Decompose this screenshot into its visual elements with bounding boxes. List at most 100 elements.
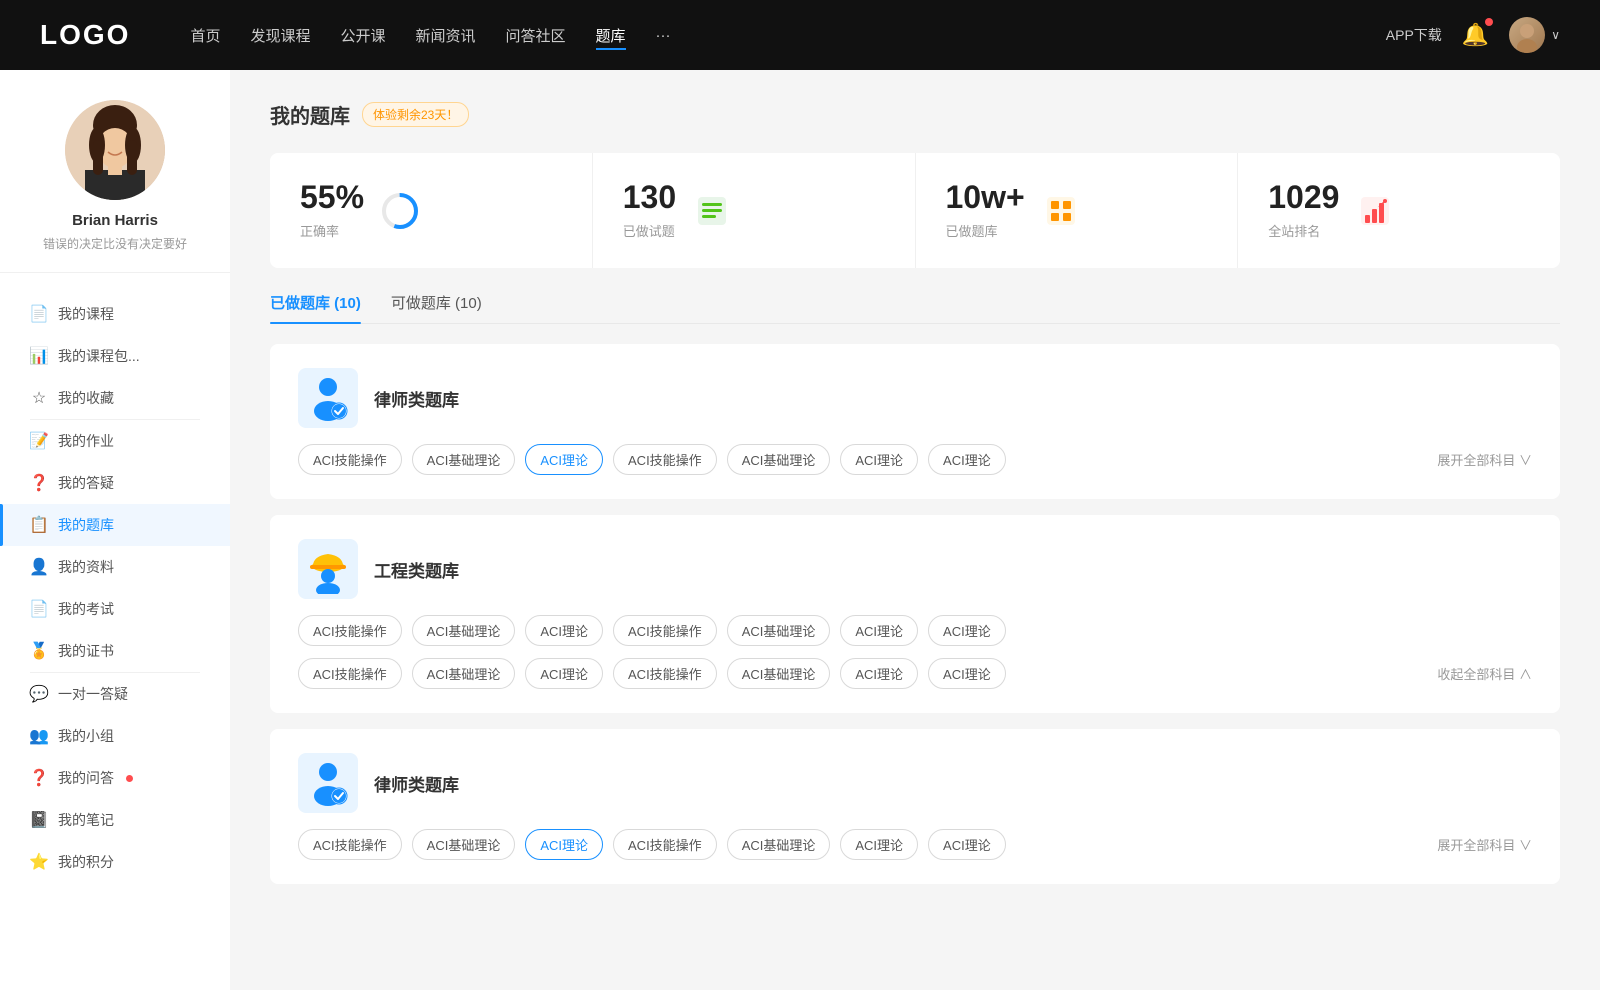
tag-eng-r2-6[interactable]: ACI理论: [840, 658, 918, 689]
tag-lawyer2-7[interactable]: ACI理论: [928, 829, 1006, 860]
profile-icon: 👤: [30, 558, 48, 576]
bank-icon-lawyer-2: [298, 753, 358, 813]
tag-eng-r2-1[interactable]: ACI技能操作: [298, 658, 402, 689]
bank-card-lawyer-2: 律师类题库 ACI技能操作 ACI基础理论 ACI理论 ACI技能操作 ACI基…: [270, 729, 1560, 884]
stat-rank-label: 全站排名: [1268, 221, 1339, 240]
sidebar-item-group[interactable]: 👥 我的小组: [0, 715, 230, 757]
sidebar-item-qa-label: 我的答疑: [58, 473, 114, 493]
tag-eng-r2-3[interactable]: ACI理论: [525, 658, 603, 689]
sidebar-item-1on1-label: 一对一答疑: [58, 684, 128, 704]
tag-eng-r2-7[interactable]: ACI理论: [928, 658, 1006, 689]
stat-rank-info: 1029 全站排名: [1268, 181, 1339, 240]
sidebar-item-notes[interactable]: 📓 我的笔记: [0, 799, 230, 841]
stat-list-icon: [692, 191, 732, 231]
tag-eng-r2-4[interactable]: ACI技能操作: [613, 658, 717, 689]
tab-available-banks[interactable]: 可做题库 (10): [391, 292, 482, 323]
group-icon: 👥: [30, 727, 48, 745]
sidebar-menu: 📄 我的课程 📊 我的课程包... ☆ 我的收藏 📝 我的作业 ❓ 我的答疑 �: [0, 283, 230, 893]
tag-lawyer2-2[interactable]: ACI基础理论: [412, 829, 516, 860]
tag-eng-r1-2[interactable]: ACI基础理论: [412, 615, 516, 646]
tag-lawyer2-3[interactable]: ACI理论: [525, 829, 603, 860]
sidebar-item-1on1[interactable]: 💬 一对一答疑: [0, 673, 230, 715]
tag-lawyer2-1[interactable]: ACI技能操作: [298, 829, 402, 860]
sidebar-item-favorites[interactable]: ☆ 我的收藏: [0, 377, 230, 419]
tag-lawyer1-6[interactable]: ACI理论: [840, 444, 918, 475]
sidebar-item-points[interactable]: ⭐ 我的积分: [0, 841, 230, 883]
bank-name-lawyer-1: 律师类题库: [374, 386, 459, 411]
stat-done-questions-info: 130 已做试题: [623, 181, 676, 240]
nav-bank[interactable]: 题库: [596, 21, 626, 50]
tag-eng-r1-7[interactable]: ACI理论: [928, 615, 1006, 646]
nav-home[interactable]: 首页: [190, 21, 220, 50]
stat-grid-icon: [1041, 191, 1081, 231]
sidebar-item-course-package[interactable]: 📊 我的课程包...: [0, 335, 230, 377]
stat-done-questions-label: 已做试题: [623, 221, 676, 240]
tag-lawyer1-4[interactable]: ACI技能操作: [613, 444, 717, 475]
sidebar-item-favorites-label: 我的收藏: [58, 388, 114, 408]
page-header: 我的题库 体验剩余23天！: [270, 100, 1560, 129]
stat-done-banks-info: 10w+ 已做题库: [946, 181, 1025, 240]
tag-lawyer2-6[interactable]: ACI理论: [840, 829, 918, 860]
sidebar-item-points-label: 我的积分: [58, 852, 114, 872]
stat-done-questions: 130 已做试题: [593, 153, 916, 268]
sidebar-item-bank[interactable]: 📋 我的题库: [0, 504, 230, 546]
tag-lawyer1-7[interactable]: ACI理论: [928, 444, 1006, 475]
stat-done-banks-value: 10w+: [946, 181, 1025, 213]
sidebar-item-course[interactable]: 📄 我的课程: [0, 293, 230, 335]
tag-lawyer2-4[interactable]: ACI技能操作: [613, 829, 717, 860]
nav-qa[interactable]: 问答社区: [506, 21, 566, 50]
tag-eng-r1-6[interactable]: ACI理论: [840, 615, 918, 646]
profile-name: Brian Harris: [20, 212, 210, 229]
navbar-right: APP下载 🔔 ∨: [1386, 17, 1560, 53]
tag-lawyer1-2[interactable]: ACI基础理论: [412, 444, 516, 475]
tag-eng-r1-3[interactable]: ACI理论: [525, 615, 603, 646]
tag-lawyer2-5[interactable]: ACI基础理论: [727, 829, 831, 860]
tag-eng-r1-5[interactable]: ACI基础理论: [727, 615, 831, 646]
bank-name-engineer: 工程类题库: [374, 557, 459, 582]
sidebar-item-notes-label: 我的笔记: [58, 810, 114, 830]
sidebar-item-qa[interactable]: ❓ 我的答疑: [0, 462, 230, 504]
tag-lawyer1-3[interactable]: ACI理论: [525, 444, 603, 475]
favorites-icon: ☆: [30, 389, 48, 407]
bank-card-engineer: 工程类题库 ACI技能操作 ACI基础理论 ACI理论 ACI技能操作 ACI基…: [270, 515, 1560, 713]
sidebar-item-exam[interactable]: 📄 我的考试: [0, 588, 230, 630]
nav-discover[interactable]: 发现课程: [250, 21, 310, 50]
qa-icon: ❓: [30, 474, 48, 492]
tag-lawyer1-5[interactable]: ACI基础理论: [727, 444, 831, 475]
sidebar-item-profile[interactable]: 👤 我的资料: [0, 546, 230, 588]
stat-rank-value: 1029: [1268, 181, 1339, 213]
profile-motto: 错误的决定比没有决定要好: [20, 235, 210, 252]
tag-lawyer1-1[interactable]: ACI技能操作: [298, 444, 402, 475]
points-icon: ⭐: [30, 853, 48, 871]
tag-eng-r1-1[interactable]: ACI技能操作: [298, 615, 402, 646]
sidebar-item-profile-label: 我的资料: [58, 557, 114, 577]
tab-done-banks[interactable]: 已做题库 (10): [270, 292, 361, 323]
nav-news[interactable]: 新闻资讯: [416, 21, 476, 50]
homework-icon: 📝: [30, 432, 48, 450]
sidebar-item-my-qa[interactable]: ❓ 我的问答: [0, 757, 230, 799]
nav-opencourse[interactable]: 公开课: [340, 21, 385, 50]
sidebar-item-exam-label: 我的考试: [58, 599, 114, 619]
expand-link-lawyer-2[interactable]: 展开全部科目 ∨: [1437, 835, 1532, 854]
notification-bell[interactable]: 🔔: [1462, 22, 1489, 48]
app-download-link[interactable]: APP下载: [1386, 25, 1442, 45]
sidebar-item-certificate-label: 我的证书: [58, 641, 114, 661]
page-title: 我的题库: [270, 100, 350, 129]
expand-link-lawyer-1[interactable]: 展开全部科目 ∨: [1437, 450, 1532, 469]
stat-rank: 1029 全站排名: [1238, 153, 1560, 268]
sidebar-item-certificate[interactable]: 🏅 我的证书: [0, 630, 230, 672]
tag-eng-r1-4[interactable]: ACI技能操作: [613, 615, 717, 646]
sidebar: Brian Harris 错误的决定比没有决定要好 📄 我的课程 📊 我的课程包…: [0, 70, 230, 990]
tag-eng-r2-5[interactable]: ACI基础理论: [727, 658, 831, 689]
nav-menu: 首页 发现课程 公开课 新闻资讯 问答社区 题库 ···: [190, 21, 1385, 50]
nav-more[interactable]: ···: [656, 23, 671, 48]
stat-correct-label: 正确率: [300, 221, 364, 240]
collapse-link-engineer[interactable]: 收起全部科目 ∧: [1437, 664, 1532, 683]
bank-card-engineer-header: 工程类题库: [298, 539, 1532, 599]
user-avatar-menu[interactable]: ∨: [1509, 17, 1560, 53]
chevron-down-icon: ∨: [1551, 28, 1560, 42]
sidebar-item-homework[interactable]: 📝 我的作业: [0, 420, 230, 462]
tag-eng-r2-2[interactable]: ACI基础理论: [412, 658, 516, 689]
my-qa-icon: ❓: [30, 769, 48, 787]
stat-correct-rate: 55% 正确率: [270, 153, 593, 268]
